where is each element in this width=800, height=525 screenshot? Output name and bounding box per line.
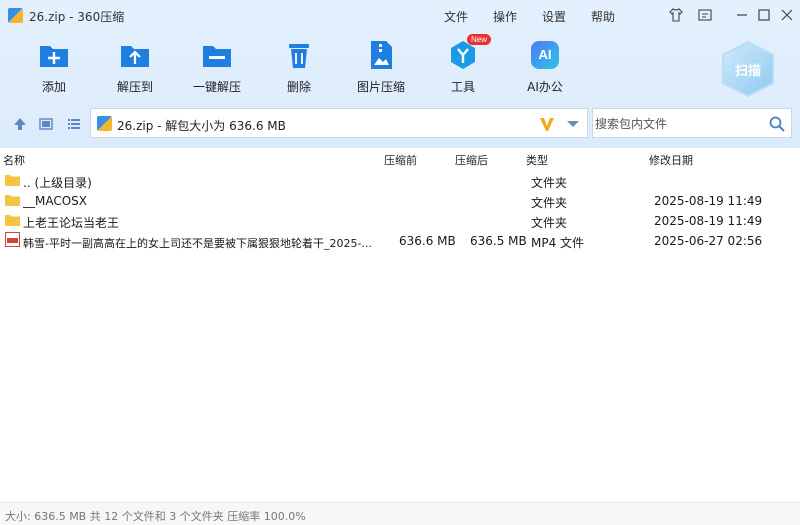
address-bar[interactable]: 26.zip - 解包大小为 636.6 MB xyxy=(90,108,588,138)
status-bar: 大小: 636.5 MB 共 12 个文件和 3 个文件夹 压缩率 100.0% xyxy=(0,502,800,525)
feedback-icon[interactable] xyxy=(698,8,712,22)
folder-icon xyxy=(5,215,20,226)
file-type: MP4 文件 xyxy=(531,236,585,250)
add-icon xyxy=(40,46,68,67)
view-list-icon[interactable] xyxy=(66,116,82,132)
ai-icon: AI xyxy=(528,38,562,72)
image-compress-icon xyxy=(371,41,392,69)
skin-shirt-icon[interactable] xyxy=(669,8,683,22)
v-logo-icon[interactable] xyxy=(539,116,555,132)
title-bar: 26.zip - 360压缩 文件 操作 设置 帮助 xyxy=(0,0,800,30)
column-original-size[interactable]: 压缩前 xyxy=(384,152,417,168)
window-title: 26.zip - 360压缩 xyxy=(29,10,125,24)
folder-icon xyxy=(5,175,20,186)
ai-office-button[interactable]: AI AI办公 xyxy=(509,38,581,98)
close-icon[interactable] xyxy=(780,8,794,22)
maximize-icon[interactable] xyxy=(757,8,771,22)
search-icon[interactable] xyxy=(769,116,785,132)
column-packed-size[interactable]: 压缩后 xyxy=(455,152,488,168)
file-modified: 2025-06-27 02:56 xyxy=(654,234,763,248)
up-arrow-icon[interactable] xyxy=(12,116,28,132)
app-logo-icon xyxy=(8,8,23,23)
one-click-extract-icon xyxy=(203,46,231,67)
address-dropdown-icon[interactable] xyxy=(567,121,579,127)
column-modified[interactable]: 修改日期 xyxy=(649,152,693,168)
zip-file-icon xyxy=(97,116,112,131)
view-thumbnail-icon[interactable] xyxy=(38,116,54,132)
menu-help[interactable]: 帮助 xyxy=(591,8,615,25)
extract-to-icon xyxy=(121,46,149,67)
address-path: 26.zip - 解包大小为 636.6 MB xyxy=(117,119,286,133)
column-name[interactable]: 名称 xyxy=(3,152,25,168)
file-name: 上老王论坛当老王 xyxy=(23,216,120,230)
column-type[interactable]: 类型 xyxy=(526,152,548,168)
table-row[interactable]: 上老王论坛当老王 文件夹 2025-08-19 11:49 xyxy=(0,210,800,230)
video-file-icon xyxy=(5,232,20,247)
delete-button[interactable]: 删除 xyxy=(263,38,335,98)
minimize-icon[interactable] xyxy=(735,8,749,22)
tools-button[interactable]: New 工具 xyxy=(427,34,499,98)
scan-button[interactable]: 扫描 xyxy=(720,40,776,98)
menu-operation[interactable]: 操作 xyxy=(493,8,517,25)
add-button[interactable]: 添加 xyxy=(18,38,90,98)
image-compress-button[interactable]: 图片压缩 xyxy=(345,38,417,98)
file-name: 韩雪-平时一副高高在上的女上司还不是要被下属狠狠地轮着干_2025-... xyxy=(23,237,372,250)
file-type: 文件夹 xyxy=(531,216,568,230)
file-type: 文件夹 xyxy=(531,176,568,190)
menu-file[interactable]: 文件 xyxy=(444,8,468,25)
table-row[interactable]: .. (上级目录) 文件夹 xyxy=(0,170,800,190)
file-name: .. (上级目录) xyxy=(23,176,92,190)
trash-icon xyxy=(289,44,309,68)
file-name: __MACOSX xyxy=(23,194,88,208)
file-modified: 2025-08-19 11:49 xyxy=(654,214,763,228)
file-size: 636.6 MB xyxy=(399,234,456,248)
menu-settings[interactable]: 设置 xyxy=(542,8,566,25)
file-type: 文件夹 xyxy=(531,196,568,210)
one-click-extract-button[interactable]: 一键解压 xyxy=(181,38,253,98)
search-box xyxy=(592,108,792,138)
table-row[interactable]: 韩雪-平时一副高高在上的女上司还不是要被下属狠狠地轮着干_2025-... 63… xyxy=(0,230,800,250)
extract-to-button[interactable]: 解压到 xyxy=(99,38,171,98)
new-badge: New xyxy=(467,34,492,45)
status-text: 大小: 636.5 MB 共 12 个文件和 3 个文件夹 压缩率 100.0% xyxy=(5,510,306,523)
file-packed-size: 636.5 MB xyxy=(470,234,527,248)
table-row[interactable]: __MACOSX 文件夹 2025-08-19 11:49 xyxy=(0,190,800,210)
search-input[interactable] xyxy=(595,115,760,133)
folder-icon xyxy=(5,195,20,206)
file-modified: 2025-08-19 11:49 xyxy=(654,194,763,208)
